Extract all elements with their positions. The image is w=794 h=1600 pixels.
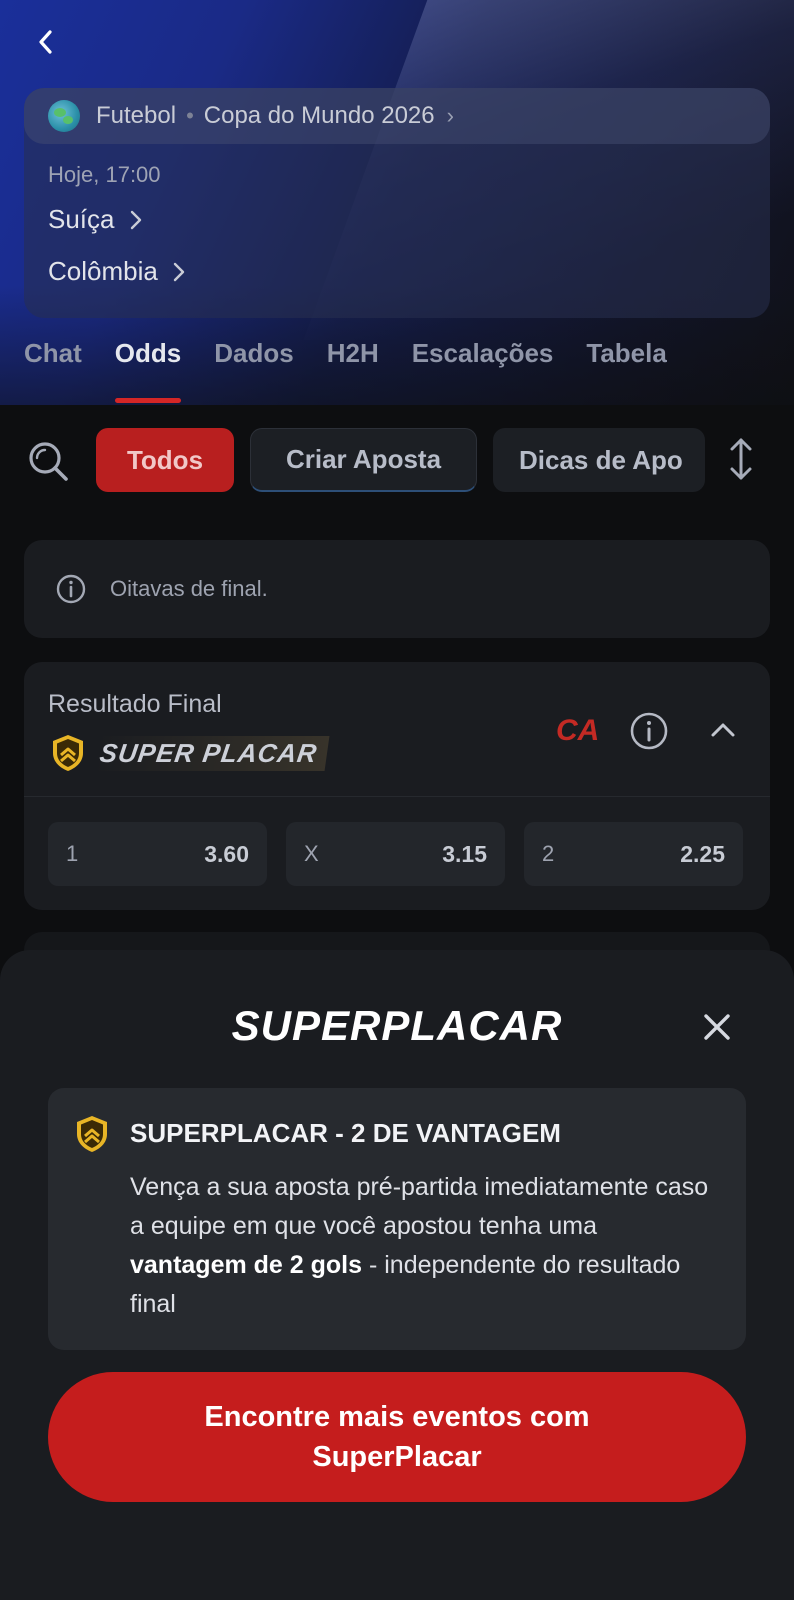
tab-tabela[interactable]: Tabela bbox=[586, 338, 666, 404]
sort-arrows-icon[interactable] bbox=[727, 435, 755, 483]
chevron-right-icon: › bbox=[446, 103, 454, 128]
info-icon[interactable] bbox=[630, 712, 668, 750]
filter-dicas-chip[interactable]: Dicas de Apo bbox=[493, 428, 705, 492]
promo-description: Vença a sua aposta pré-partida imediatam… bbox=[130, 1168, 720, 1324]
odd-label: 2 bbox=[542, 841, 555, 866]
filter-criar-aposta-chip[interactable]: Criar Aposta bbox=[250, 428, 477, 492]
odd-label: 1 bbox=[66, 841, 79, 866]
shield-icon bbox=[53, 735, 83, 771]
superplacar-promo-card: SUPERPLACAR - 2 DE VANTAGEM Vença a sua … bbox=[48, 1088, 746, 1350]
tab-dados[interactable]: Dados bbox=[214, 338, 293, 404]
sport-label: Futebol bbox=[96, 102, 177, 129]
promo-text-part: Vença a sua aposta pré-partida imediatam… bbox=[130, 1173, 709, 1240]
filter-bar: Todos Criar Aposta Dicas de Apo bbox=[0, 425, 794, 493]
sheet-title: SUPERPLACAR bbox=[231, 1002, 563, 1049]
odd-button-home[interactable]: 1 3.60 bbox=[48, 822, 267, 886]
promo-heading: SUPERPLACAR - 2 DE VANTAGEM bbox=[130, 1118, 561, 1148]
chevron-left-icon bbox=[39, 30, 52, 54]
round-info-text: Oitavas de final. bbox=[110, 576, 268, 601]
chevron-up-icon[interactable] bbox=[710, 718, 736, 742]
round-info-banner: Oitavas de final. bbox=[24, 540, 770, 638]
superplacar-badge[interactable]: SUPER PLACAR bbox=[50, 732, 330, 774]
bookmaker-logo: CA bbox=[556, 714, 600, 747]
breadcrumb-separator: • bbox=[186, 103, 194, 128]
superplacar-badge-label: SUPER PLACAR bbox=[93, 735, 330, 771]
promo-text-highlight: vantagem de 2 gols bbox=[130, 1251, 363, 1279]
chevron-right-icon bbox=[173, 262, 185, 281]
odd-button-draw[interactable]: X 3.15 bbox=[286, 822, 505, 886]
shield-icon bbox=[77, 1116, 107, 1152]
tab-escalacoes[interactable]: Escalações bbox=[412, 338, 554, 404]
odd-label: X bbox=[304, 841, 319, 866]
find-more-events-button[interactable]: Encontre mais eventos com SuperPlacar bbox=[48, 1372, 746, 1502]
tab-h2h[interactable]: H2H bbox=[327, 338, 379, 404]
market-card: Resultado Final SUPER PLACAR CA 1 3.60 X… bbox=[24, 662, 770, 910]
competition-breadcrumb[interactable]: Futebol • Copa do Mundo 2026 › bbox=[24, 88, 770, 144]
home-team-link[interactable]: Suíça bbox=[48, 204, 143, 235]
filter-todos-chip[interactable]: Todos bbox=[96, 428, 234, 492]
odd-value: 3.15 bbox=[442, 840, 487, 867]
superplacar-bottom-sheet: SUPERPLACAR SUPERPLACAR - 2 DE VANTAGEM … bbox=[0, 950, 794, 1600]
close-icon[interactable] bbox=[702, 1012, 732, 1042]
search-icon[interactable] bbox=[26, 439, 70, 483]
chevron-right-icon bbox=[130, 210, 141, 229]
home-team-name: Suíça bbox=[48, 204, 115, 234]
competition-label: Copa do Mundo 2026 bbox=[203, 102, 435, 129]
away-team-link[interactable]: Colômbia bbox=[48, 256, 186, 287]
odd-value: 3.60 bbox=[204, 840, 249, 867]
odd-button-away[interactable]: 2 2.25 bbox=[524, 822, 743, 886]
divider bbox=[24, 796, 770, 797]
tab-chat[interactable]: Chat bbox=[24, 338, 82, 404]
info-icon bbox=[56, 574, 86, 604]
globe-icon bbox=[48, 100, 80, 132]
match-time: Hoje, 17:00 bbox=[48, 162, 161, 187]
back-button[interactable] bbox=[34, 28, 58, 56]
match-card: Futebol • Copa do Mundo 2026 › Hoje, 17:… bbox=[24, 88, 770, 318]
away-team-name: Colômbia bbox=[48, 256, 158, 286]
market-title: Resultado Final bbox=[48, 690, 222, 718]
match-tabs: Chat Odds Dados H2H Escalações Tabela bbox=[24, 338, 700, 404]
tab-odds[interactable]: Odds bbox=[114, 338, 182, 404]
odd-value: 2.25 bbox=[680, 840, 725, 867]
